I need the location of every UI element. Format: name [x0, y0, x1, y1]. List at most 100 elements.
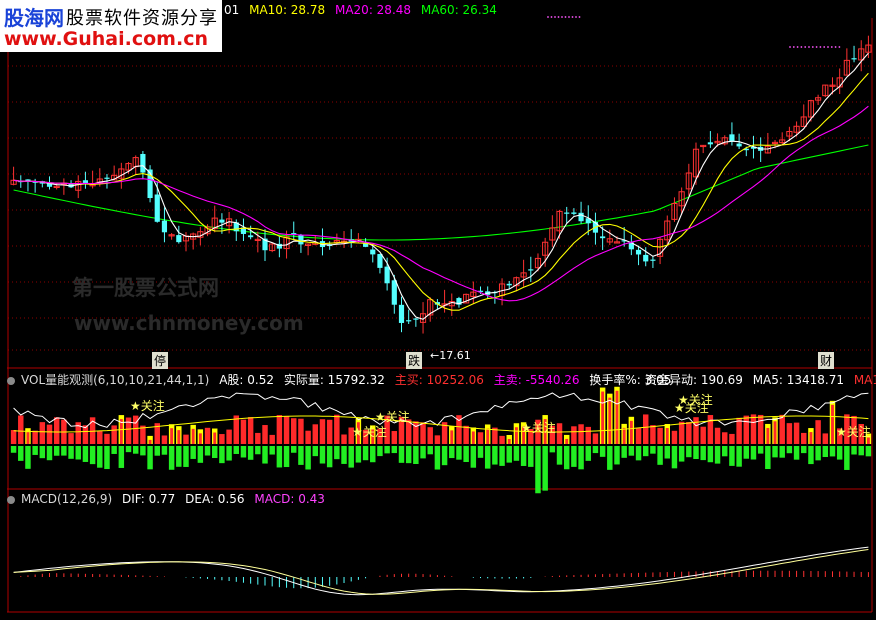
candle-body [391, 280, 397, 305]
volume-sell-bar [10, 446, 17, 453]
volume-sell-bar [197, 446, 204, 463]
candle-body [707, 142, 713, 145]
candle-body [219, 219, 225, 223]
volume-bar [326, 419, 333, 444]
volume-bar [815, 420, 821, 444]
volume-sell-bar [405, 446, 412, 464]
volume-sell-bar [793, 446, 800, 460]
volume-sell-bar [765, 446, 771, 470]
candle-body [413, 318, 419, 320]
fall-tag: 跌 [406, 352, 423, 369]
panel-toggle-icon[interactable] [7, 376, 15, 385]
top-dot [800, 46, 803, 48]
volume-bar [39, 422, 46, 444]
volume-sell-bar [614, 446, 620, 465]
volume-sell-bar [836, 446, 843, 460]
volume-bar [571, 426, 577, 444]
volume-bar [477, 432, 484, 444]
top-dot [838, 46, 841, 48]
vol-buy: 主买: 10252.06 [394, 373, 484, 387]
volume-bar [592, 433, 599, 444]
volume-sell-bar [772, 446, 778, 458]
volume-bar [276, 415, 283, 444]
ma20-value: MA20: 28.48 [334, 3, 412, 17]
volume-sell-bar [801, 446, 807, 454]
volume-sell-bar [750, 446, 757, 460]
candle-body [82, 180, 89, 184]
volume-sell-bar [384, 446, 390, 454]
volume-bar [391, 431, 398, 444]
volume-bar [53, 417, 60, 444]
volume-bar [97, 431, 103, 444]
volume-sell-bar [844, 446, 850, 470]
volume-bar-inner [170, 428, 174, 444]
candle-body [600, 236, 606, 239]
volume-sell-bar [441, 446, 448, 466]
volume-sell-bar [722, 446, 728, 457]
volume-bar-inner [565, 438, 569, 444]
top-dot [568, 16, 570, 18]
finance-tag: 财 [818, 352, 835, 369]
ma10-value: MA10: 28.78 [249, 3, 326, 17]
top-dot [575, 16, 577, 18]
volume-bar [10, 430, 17, 444]
vol-ma5: MA5: 13418.71 [752, 373, 844, 387]
volume-bar-inner [773, 421, 777, 444]
volume-bar [269, 434, 275, 444]
volume-sell-bar [183, 446, 189, 467]
top-dot [571, 16, 574, 18]
volume-bar [104, 433, 110, 444]
volume-bar [283, 416, 290, 444]
price-header: 01 MA10: 28.78 MA20: 28.48 MA60: 26.34 [224, 3, 503, 17]
volume-bar [499, 435, 505, 444]
macd-name: MACD(12,26,9) [21, 492, 113, 506]
volume-sell-bar [413, 446, 419, 465]
volume-sell-bar [635, 446, 642, 461]
volume-sell-bar [686, 446, 692, 458]
volume-sell-bar [434, 446, 441, 470]
volume-bar-inner [198, 433, 202, 444]
volume-bar-inner [191, 428, 195, 444]
vol-fund: 资金异动: 190.69 [645, 373, 743, 387]
volume-bar [700, 426, 706, 444]
stock-chart[interactable]: ★关注★关注★关注 ★关注★关注★关注★关注 [0, 0, 876, 620]
volume-bar-inner [514, 427, 518, 444]
candle-body [176, 235, 182, 243]
volume-bar [262, 425, 268, 444]
volume-bar-inner [766, 427, 770, 444]
volume-sell-bar [420, 446, 426, 459]
volume-sell-bar [355, 446, 362, 463]
panel-toggle-icon[interactable] [7, 495, 15, 504]
candle-body [248, 235, 254, 238]
volume-bar [233, 415, 240, 444]
focus-marker: ★关注 [521, 420, 556, 435]
volume-bar [255, 432, 261, 444]
volume-bar-inner [26, 432, 30, 444]
volume-sell-bar [61, 446, 67, 456]
volume-bar [463, 425, 469, 444]
volume-sell-bar [348, 446, 354, 468]
volume-sell-bar [118, 446, 125, 468]
volume-bar [125, 417, 132, 444]
vol-name: VOL量能观测(6,10,10,21,44,1,1) [21, 373, 210, 387]
volume-bar [420, 422, 426, 444]
ma5-value: 01 [224, 3, 240, 17]
volume-sell-bar [664, 446, 671, 459]
volume-bar [757, 414, 764, 444]
top-dot [561, 16, 563, 18]
volume-sell-bar [398, 446, 405, 463]
volume-sell-bar [154, 446, 160, 456]
volume-bar-inner [486, 428, 490, 444]
candle-body [643, 254, 649, 262]
volume-sell-bar [168, 446, 175, 470]
volume-sell-bar [506, 446, 512, 463]
volume-bar [822, 433, 829, 444]
focus-marker: ★关注 [352, 424, 387, 439]
volume-sell-bar [757, 446, 764, 454]
volume-sell-bar [111, 446, 117, 454]
volume-bar [183, 434, 189, 444]
top-dot [789, 46, 791, 48]
volume-sell-bar [132, 446, 139, 454]
volume-sell-bar [18, 446, 24, 461]
candle-body [571, 212, 577, 214]
